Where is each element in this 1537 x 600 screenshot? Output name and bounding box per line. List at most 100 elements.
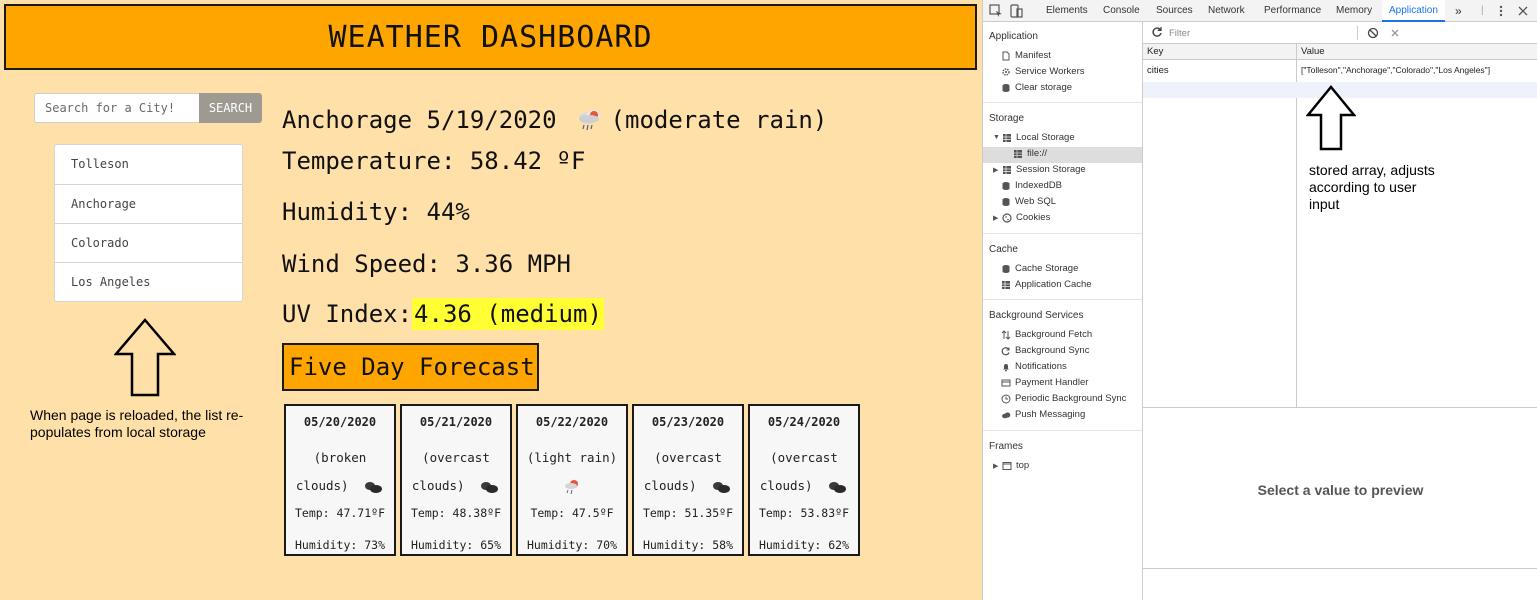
filter-input[interactable] xyxy=(1169,25,1355,41)
sidebar-item-background-sync[interactable]: Background Sync xyxy=(1001,345,1089,356)
tab-sources[interactable]: Sources xyxy=(1156,0,1193,22)
close-icon[interactable] xyxy=(1516,4,1530,18)
sidebar-item-periodic-background-sync[interactable]: Periodic Background Sync xyxy=(1001,393,1126,404)
forecast-description: (broken clouds) xyxy=(290,444,390,500)
app-header: WEATHER DASHBOARD xyxy=(4,4,977,70)
devtools-toolbar: Elements Console Sources Network Perform… xyxy=(983,0,1537,22)
forecast-date: 05/23/2020 xyxy=(651,415,725,429)
sidebar-item-label: Service Workers xyxy=(1015,66,1085,77)
row-key: cities xyxy=(1147,65,1169,76)
sidebar-item-label: Background Sync xyxy=(1015,345,1090,356)
refresh-icon[interactable] xyxy=(1151,26,1163,38)
forecast-humidity: Humidity: 65% xyxy=(410,538,501,552)
city-history-item[interactable]: Tolleson xyxy=(55,145,242,184)
sidebar-selected-row xyxy=(983,147,1142,163)
kebab-menu-icon[interactable] xyxy=(1494,4,1508,18)
tab-memory[interactable]: Memory xyxy=(1336,0,1372,22)
sidebar-item-label: file:// xyxy=(1027,148,1048,159)
sidebar-item-label: top xyxy=(1016,460,1030,471)
sidebar-item-frame-top[interactable]: ▶ top xyxy=(993,460,1029,471)
forecast-humidity: Humidity: 62% xyxy=(758,538,849,552)
storage-filter-bar xyxy=(1143,22,1537,44)
collapsed-triangle-icon[interactable]: ▶ xyxy=(993,462,1000,470)
credit-card-icon xyxy=(1001,379,1011,386)
tab-elements[interactable]: Elements xyxy=(1046,0,1088,22)
forecast-card: 05/23/2020 (overcast clouds) Temp: 51.35… xyxy=(632,404,744,556)
sidebar-item-session-storage[interactable]: ▶ Session Storage xyxy=(993,164,1086,175)
tab-application[interactable]: Application xyxy=(1382,0,1445,22)
sidebar-item-label: Cache Storage xyxy=(1015,263,1079,274)
city-history-item[interactable]: Colorado xyxy=(55,223,242,262)
sidebar-item-label: Web SQL xyxy=(1015,196,1057,207)
current-uv-index: UV Index:4.36 (medium) xyxy=(282,298,604,330)
sidebar-item-web-sql[interactable]: Web SQL xyxy=(1001,196,1056,207)
stored-array-annotation: stored array, adjusts according to user … xyxy=(1309,162,1435,212)
forecast-date: 05/20/2020 xyxy=(303,415,377,429)
overcast-clouds-icon xyxy=(713,481,731,493)
bell-icon xyxy=(1003,363,1009,371)
sidebar-item-background-fetch[interactable]: Background Fetch xyxy=(1001,329,1092,340)
sidebar-item-application-cache[interactable]: Application Cache xyxy=(1001,279,1092,290)
device-toolbar-icon[interactable] xyxy=(1009,4,1023,18)
sidebar-item-cookies[interactable]: ▶ Cookies xyxy=(993,212,1050,223)
forecast-description: (overcast clouds) xyxy=(754,444,854,500)
sidebar-header-application: Application xyxy=(989,31,1038,42)
sidebar-divider xyxy=(983,299,1142,300)
collapsed-triangle-icon[interactable]: ▶ xyxy=(993,214,1000,222)
forecast-date: 05/22/2020 xyxy=(535,415,609,429)
forecast-date: 05/21/2020 xyxy=(419,415,493,429)
delete-selected-icon[interactable] xyxy=(1389,27,1401,39)
sidebar-item-label: Local Storage xyxy=(1016,132,1075,143)
column-header-key[interactable]: Key xyxy=(1147,46,1163,57)
sidebar-item-notifications[interactable]: Notifications xyxy=(1001,361,1067,372)
sidebar-item-file-origin[interactable]: file:// xyxy=(1013,148,1047,159)
tab-network[interactable]: Network xyxy=(1208,0,1245,22)
uv-value-badge: 4.36 (medium) xyxy=(412,298,604,330)
tab-performance[interactable]: Performance xyxy=(1264,0,1321,22)
collapsed-triangle-icon[interactable]: ▶ xyxy=(993,166,1000,174)
sidebar-item-manifest[interactable]: Manifest xyxy=(1001,50,1051,61)
forecast-date: 05/24/2020 xyxy=(767,415,841,429)
table-grid-icon xyxy=(1003,165,1011,174)
forecast-temp: Temp: 47.71ºF xyxy=(294,506,385,520)
table-row[interactable]: cities ["Tolleson","Anchorage","Colorado… xyxy=(1143,62,1537,80)
table-grid-icon xyxy=(1002,280,1010,289)
expanded-triangle-icon[interactable]: ▼ xyxy=(993,134,1000,141)
search-button[interactable]: SEARCH xyxy=(199,93,262,123)
cloud-icon xyxy=(1002,411,1011,418)
table-grid-icon xyxy=(1014,149,1022,158)
cookie-icon xyxy=(1002,212,1012,223)
sidebar-item-label: Clear storage xyxy=(1015,82,1073,93)
city-history-item[interactable]: Anchorage xyxy=(55,184,242,223)
sidebar-item-payment-handler[interactable]: Payment Handler xyxy=(1001,377,1088,388)
forecast-description: (overcast clouds) xyxy=(406,444,506,500)
sidebar-item-local-storage[interactable]: ▼ Local Storage xyxy=(993,132,1075,143)
column-divider[interactable] xyxy=(1296,44,1297,408)
sidebar-item-indexeddb[interactable]: IndexedDB xyxy=(1001,180,1062,191)
current-temperature: Temperature: 58.42 ºF xyxy=(282,147,586,175)
current-weather-header: Anchorage 5/19/2020 (moderate rain) xyxy=(282,105,827,135)
column-header-value[interactable]: Value xyxy=(1301,46,1325,57)
city-search-input[interactable] xyxy=(34,93,200,123)
forecast-temp: Temp: 48.38ºF xyxy=(410,506,501,520)
tab-console[interactable]: Console xyxy=(1103,0,1140,22)
forecast-condition: (broken clouds) xyxy=(295,450,367,493)
current-city-date: Anchorage 5/19/2020 xyxy=(282,106,557,134)
overcast-clouds-icon xyxy=(481,481,499,493)
clear-all-icon[interactable] xyxy=(1367,27,1379,39)
bottom-divider xyxy=(1143,568,1537,569)
inspect-element-icon[interactable] xyxy=(989,4,1003,18)
sidebar-item-cache-storage[interactable]: Cache Storage xyxy=(1001,263,1078,274)
database-icon xyxy=(1002,181,1010,190)
storage-view: Key Value cities ["Tolleson","Anchorage"… xyxy=(1143,22,1537,600)
city-history-item[interactable]: Los Angeles xyxy=(55,262,242,301)
forecast-humidity: Humidity: 70% xyxy=(526,538,617,552)
forecast-description: (light rain) xyxy=(522,444,622,500)
sidebar-item-clear-storage[interactable]: Clear storage xyxy=(1001,82,1072,93)
sidebar-item-service-workers[interactable]: Service Workers xyxy=(1001,66,1085,77)
database-icon xyxy=(1002,197,1010,206)
filter-divider xyxy=(1357,26,1358,40)
more-tabs-icon[interactable]: » xyxy=(1455,0,1462,22)
sidebar-header-cache: Cache xyxy=(989,244,1018,255)
sidebar-item-push-messaging[interactable]: Push Messaging xyxy=(1001,409,1085,420)
